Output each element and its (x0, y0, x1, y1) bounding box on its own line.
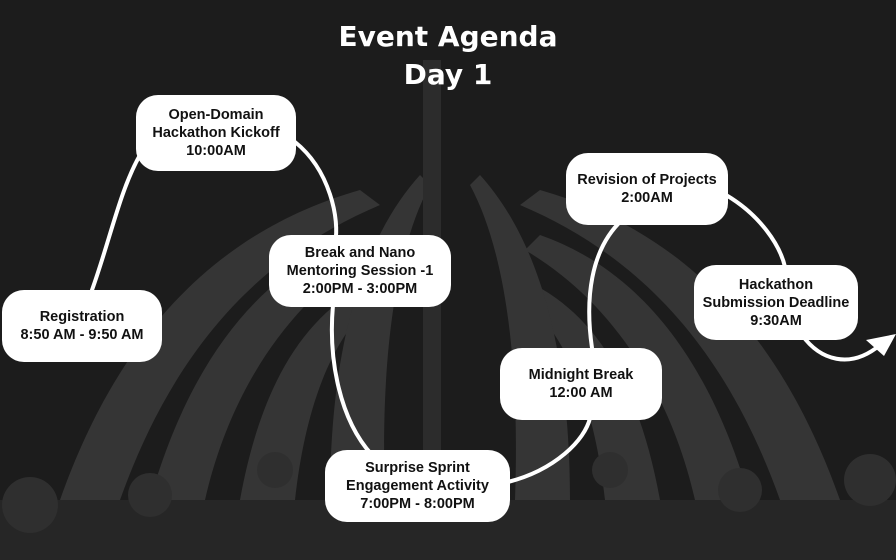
connector-3-4 (329, 303, 374, 457)
agenda-item-title: Break and Nano (304, 245, 416, 261)
agenda-item-title: Surprise Sprint (365, 460, 470, 476)
agenda-item-time: 8:50 AM - 9:50 AM (20, 327, 144, 343)
agenda-item-title: Submission Deadline (702, 294, 850, 311)
agenda-item-mentoring-session: Break and Nano Mentoring Session -1 2:00… (269, 235, 451, 307)
connector-6-7 (724, 193, 787, 269)
connector-5-6 (587, 218, 624, 350)
agenda-item-registration: Registration 8:50 AM - 9:50 AM (2, 290, 162, 362)
agenda-item-title: Registration (39, 309, 125, 325)
agenda-item-title: Engagement Activity (346, 478, 489, 494)
agenda-item-time: 7:00PM - 8:00PM (360, 496, 475, 512)
agenda-item-surprise-sprint: Surprise Sprint Engagement Activity 7:00… (325, 450, 510, 522)
agenda-item-title: Midnight Break (528, 367, 634, 383)
agenda-item-submission-deadline: Hackathon Submission Deadline 9:30AM (694, 265, 858, 340)
agenda-item-title: Open-Domain (168, 107, 264, 123)
agenda-item-title: Revision of Projects (577, 172, 717, 188)
connector-1-2 (90, 153, 142, 292)
connector-4-5 (506, 416, 592, 484)
agenda-item-title: Hackathon Kickoff (152, 125, 280, 141)
agenda-item-title: Hackathon (738, 276, 814, 293)
agenda-stage: Event Agenda Day 1 Registration 8:50 AM … (0, 0, 896, 560)
agenda-item-revision: Revision of Projects 2:00AM (566, 153, 728, 225)
agenda-item-time: 12:00 AM (549, 385, 613, 401)
agenda-item-time: 9:30AM (750, 312, 802, 329)
agenda-item-hackathon-kickoff: Open-Domain Hackathon Kickoff 10:00AM (136, 95, 296, 171)
connector-2-3 (293, 140, 339, 245)
agenda-item-title: Mentoring Session -1 (286, 263, 434, 279)
agenda-item-time: 10:00AM (186, 143, 246, 159)
agenda-item-midnight-break: Midnight Break 12:00 AM (500, 348, 662, 420)
agenda-item-time: 2:00AM (621, 190, 673, 206)
agenda-item-time: 2:00PM - 3:00PM (302, 281, 418, 297)
